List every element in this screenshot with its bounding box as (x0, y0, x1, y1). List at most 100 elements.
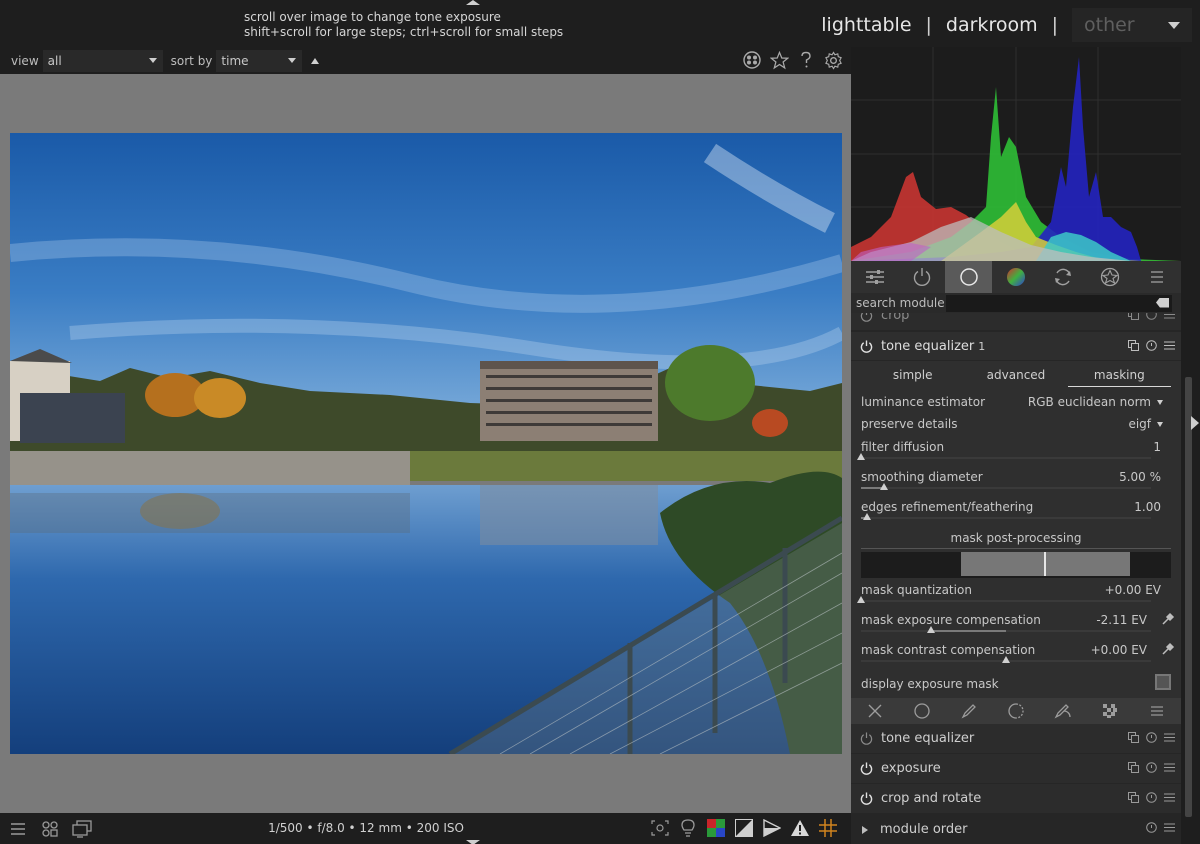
star-icon[interactable] (769, 50, 789, 70)
presets-icon[interactable] (1164, 732, 1175, 743)
multi-instance-icon[interactable] (1128, 732, 1139, 743)
luminance-estimator-combo[interactable]: luminance estimator RGB euclidean norm (861, 391, 1171, 413)
power-on-icon[interactable] (859, 339, 873, 353)
edited-photo[interactable] (10, 133, 842, 754)
slider-thumb[interactable] (857, 453, 865, 460)
sort-by-combo[interactable]: time (216, 49, 303, 72)
collapse-top-panel-arrow-icon[interactable] (466, 0, 480, 5)
clipping-icon[interactable] (734, 818, 754, 838)
crop-module-partial[interactable]: crop (851, 313, 1181, 331)
module-tone-equalizer-collapsed[interactable]: tone equalizer (851, 724, 1181, 754)
multi-instance-icon[interactable] (1128, 792, 1139, 803)
raster-mask-icon[interactable] (1087, 704, 1134, 718)
mask-exposure-compensation-value: -2.11 EV (1096, 613, 1147, 627)
correction-modules-icon[interactable] (1040, 261, 1087, 293)
tab-simple[interactable]: simple (861, 361, 964, 387)
view-darkroom-link[interactable]: darkroom (946, 14, 1038, 36)
right-panel-scrollbar[interactable] (1181, 47, 1200, 844)
power-on-icon[interactable] (859, 762, 873, 776)
slider-track[interactable] (857, 596, 1151, 603)
parametric-mask-icon[interactable] (992, 703, 1039, 719)
presets-menu-icon[interactable] (1134, 261, 1181, 293)
slider-thumb[interactable] (880, 483, 889, 490)
mask-exposure-compensation-slider[interactable]: mask exposure compensation -2.11 EV (861, 608, 1175, 638)
smoothing-diameter-slider[interactable]: smoothing diameter 5.00 % (861, 465, 1171, 495)
help-icon[interactable] (796, 50, 816, 70)
slider-track[interactable] (861, 513, 1151, 520)
scrollbar-thumb[interactable] (1185, 377, 1192, 817)
presets-icon[interactable] (1164, 313, 1175, 320)
search-module-label: search module (856, 296, 945, 310)
color-modules-icon[interactable] (992, 261, 1039, 293)
uniform-blend-icon[interactable] (898, 703, 945, 719)
histogram[interactable] (851, 47, 1181, 261)
tab-masking[interactable]: masking (1067, 361, 1171, 387)
slider-thumb[interactable] (857, 596, 865, 603)
eyedropper-icon[interactable] (1161, 612, 1175, 626)
multi-instance-icon[interactable] (1128, 340, 1139, 351)
mask-contrast-compensation-slider[interactable]: mask contrast compensation +0.00 EV (861, 638, 1175, 668)
sort-direction-icon[interactable] (311, 57, 320, 64)
power-on-icon[interactable] (859, 792, 873, 806)
softproof-icon[interactable] (762, 818, 782, 838)
slider-thumb[interactable] (926, 626, 935, 633)
module-crop-and-rotate[interactable]: crop and rotate (851, 784, 1181, 814)
reset-icon[interactable] (1146, 762, 1157, 773)
module-order[interactable]: module order (851, 814, 1181, 844)
reset-icon[interactable] (1146, 732, 1157, 743)
blend-menu-icon[interactable] (1134, 705, 1181, 717)
smoothing-diameter-value: 5.00 % (1119, 470, 1161, 484)
preferences-gear-icon[interactable] (823, 50, 843, 70)
guides-icon[interactable] (818, 818, 838, 838)
reset-icon[interactable] (1146, 340, 1157, 351)
slider-track[interactable] (861, 656, 1151, 663)
presets-icon[interactable] (1164, 762, 1175, 773)
module-header-icons (1128, 792, 1175, 803)
eyedropper-icon[interactable] (1161, 642, 1175, 656)
focus-peaking-icon[interactable] (650, 818, 670, 838)
color-assessment-bulb-icon[interactable] (678, 818, 698, 838)
power-icon[interactable] (859, 313, 873, 323)
clear-search-icon[interactable] (1156, 297, 1169, 308)
slider-thumb[interactable] (1002, 656, 1010, 663)
image-canvas[interactable] (0, 74, 851, 813)
view-filter-combo[interactable]: all (42, 49, 163, 72)
display-mask-toggle[interactable] (1155, 674, 1171, 690)
slider-thumb[interactable] (862, 513, 871, 520)
drawn-parametric-mask-icon[interactable] (1040, 703, 1087, 719)
effects-modules-icon[interactable] (1087, 261, 1134, 293)
presets-icon[interactable] (1164, 792, 1175, 803)
power-icon[interactable] (859, 732, 873, 746)
presets-icon[interactable] (1164, 822, 1175, 833)
collapse-bottom-panel-arrow-icon[interactable] (466, 840, 480, 844)
slider-track[interactable] (861, 483, 1151, 490)
search-module-input[interactable] (946, 294, 1172, 312)
reset-icon[interactable] (1146, 822, 1157, 833)
tone-equalizer-header[interactable]: tone equalizer 1 (851, 331, 1181, 361)
tab-advanced[interactable]: advanced (964, 361, 1067, 387)
drawn-mask-icon[interactable] (945, 703, 992, 719)
base-modules-icon[interactable] (945, 261, 993, 293)
blend-off-icon[interactable] (851, 704, 898, 718)
raw-overexposed-icon[interactable] (706, 818, 726, 838)
collapse-right-panel-arrow-icon[interactable] (1191, 416, 1199, 430)
reset-icon[interactable] (1146, 792, 1157, 803)
presets-icon[interactable] (1164, 340, 1175, 351)
filter-diffusion-slider[interactable]: filter diffusion 1 (857, 435, 1171, 465)
module-exposure[interactable]: exposure (851, 754, 1181, 784)
multi-instance-icon[interactable] (1128, 313, 1139, 320)
edges-refinement-slider[interactable]: edges refinement/feathering 1.00 (861, 495, 1171, 525)
multi-instance-icon[interactable] (1128, 762, 1139, 773)
quick-access-icon[interactable] (851, 261, 898, 293)
mask-quantization-slider[interactable]: mask quantization +0.00 EV (857, 578, 1171, 608)
view-lighttable-link[interactable]: lighttable (821, 14, 911, 36)
slider-track[interactable] (857, 453, 1151, 460)
slider-track[interactable] (861, 626, 1151, 633)
gamut-check-icon[interactable] (790, 818, 810, 838)
active-modules-icon[interactable] (898, 261, 945, 293)
color-labels-icon[interactable] (742, 50, 762, 70)
preserve-details-combo[interactable]: preserve details eigf (861, 413, 1171, 435)
view-other-dropdown[interactable]: other (1072, 8, 1192, 42)
crop-module-header[interactable]: crop (851, 313, 1181, 331)
reset-icon[interactable] (1146, 313, 1157, 320)
